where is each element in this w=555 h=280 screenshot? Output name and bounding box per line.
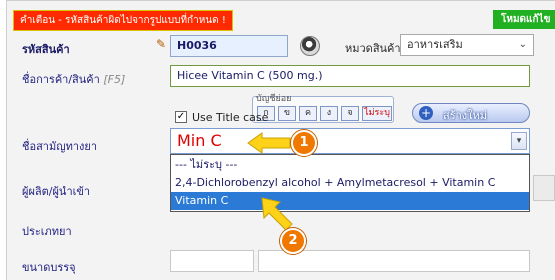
package-size-unit-input[interactable] xyxy=(258,250,530,272)
generic-name-value: Min C xyxy=(177,131,222,150)
callout-badge-1: 1 xyxy=(291,130,317,156)
drug-type-label: ประเภทยา xyxy=(22,225,72,238)
sub-account-button-4[interactable]: ง xyxy=(320,106,338,121)
sub-account-button-2[interactable]: ข xyxy=(278,106,296,121)
manufacturer-label: ผู้ผลิต/ผู้นำเข้า xyxy=(22,185,91,198)
side-button[interactable] xyxy=(533,175,555,201)
package-size-label: ขนาดบรรจุ xyxy=(22,261,76,274)
category-select[interactable]: อาหารเสริม ⌄ xyxy=(400,34,534,56)
trade-name-label-text: ชื่อการค้า/สินค้า xyxy=(22,73,100,86)
edit-pencil-icon: ✎ xyxy=(156,37,167,51)
dropdown-option[interactable]: 2,4-Dichlorobenzyl alcohol + Amylmetacre… xyxy=(171,174,529,192)
mode-badge: โหมดแก้ไข xyxy=(493,10,555,29)
lookup-button[interactable] xyxy=(300,36,320,56)
use-title-case-label: Use Title case xyxy=(192,111,269,124)
category-label: หมวดสินค้า xyxy=(345,42,401,55)
trade-name-label: ชื่อการค้า/สินค้า [F5] xyxy=(22,70,125,88)
dropdown-arrow-icon[interactable]: ▾ xyxy=(511,132,527,150)
generic-name-dropdown: --- ไม่ระบุ --- 2,4-Dichlorobenzyl alcoh… xyxy=(170,154,530,212)
sub-account-none-button[interactable]: ไม่ระบุ xyxy=(362,106,392,121)
create-new-button[interactable]: + สร้างใหม่ xyxy=(412,103,530,123)
create-new-label: สร้างใหม่ xyxy=(443,109,488,122)
product-code-label: รหัสสินค้า xyxy=(22,43,70,56)
callout-badge-2: 2 xyxy=(280,228,306,254)
category-value: อาหารเสริม xyxy=(407,38,463,51)
dropdown-option[interactable]: --- ไม่ระบุ --- xyxy=(171,156,529,174)
warning-banner: คำเตือน - รหัสสินค้าผิดไปจากรูปแบบที่กำห… xyxy=(13,10,233,31)
generic-name-combobox[interactable]: Min C ▾ xyxy=(170,128,530,154)
chevron-down-icon: ⌄ xyxy=(518,39,527,50)
callout-arrow-left-icon xyxy=(247,132,291,154)
use-title-case-checkbox[interactable]: ✓ xyxy=(175,111,187,123)
generic-name-label: ชื่อสามัญทางยา xyxy=(22,140,98,153)
package-size-input[interactable] xyxy=(170,250,254,272)
sub-account-button-5[interactable]: จ xyxy=(341,106,359,121)
trade-name-input[interactable]: Hicee Vitamin C (500 mg.) xyxy=(170,65,530,87)
dropdown-option-selected[interactable]: Vitamin C xyxy=(171,192,529,210)
product-code-input[interactable]: H0036 xyxy=(170,35,288,57)
sub-account-button-3[interactable]: ค xyxy=(299,106,317,121)
trade-name-hint: [F5] xyxy=(103,73,126,86)
plus-icon: + xyxy=(419,106,433,120)
sub-account-legend: บัญชีย่อย xyxy=(256,94,292,104)
